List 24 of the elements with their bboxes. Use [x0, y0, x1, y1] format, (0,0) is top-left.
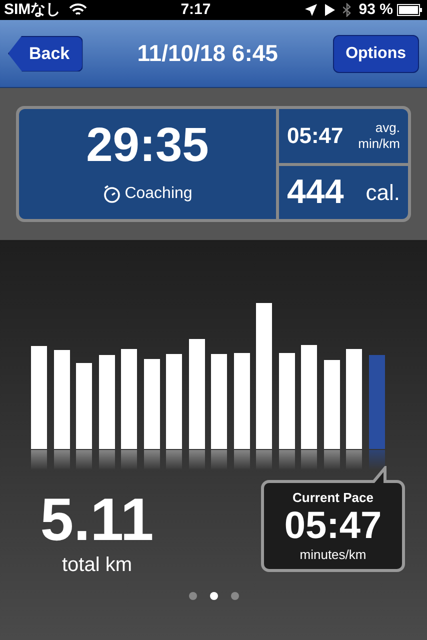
- distance-value: 5.11: [40, 490, 154, 550]
- battery-percent: 93 %: [358, 0, 393, 20]
- options-button[interactable]: Options: [332, 34, 419, 72]
- duration-value: 29:35: [86, 122, 209, 170]
- battery-icon: [397, 4, 423, 16]
- coaching-label: Coaching: [124, 184, 192, 204]
- wifi-icon: [68, 3, 87, 17]
- pace-unit: avg.: [375, 120, 400, 136]
- current-pace-unit: minutes/km: [300, 546, 366, 564]
- distance-label: total km: [62, 553, 132, 578]
- clock-time: 7:17: [180, 0, 212, 20]
- current-pace-value: 05:47: [284, 507, 382, 545]
- carrier-label: SIMなし: [4, 0, 61, 20]
- stopwatch-icon: [102, 185, 121, 203]
- callout-title: Current Pace: [292, 488, 374, 506]
- play-icon: [324, 4, 335, 16]
- calories-value: 444: [287, 172, 344, 213]
- back-button[interactable]: Back: [8, 36, 83, 72]
- bluetooth-icon: [342, 3, 351, 17]
- window-title: 11/10/18 6:45: [136, 39, 279, 68]
- location-icon: [304, 4, 317, 16]
- pace-unit: min/km: [358, 136, 400, 152]
- pace-value: 05:47: [287, 122, 344, 150]
- calories-unit: cal.: [364, 178, 400, 207]
